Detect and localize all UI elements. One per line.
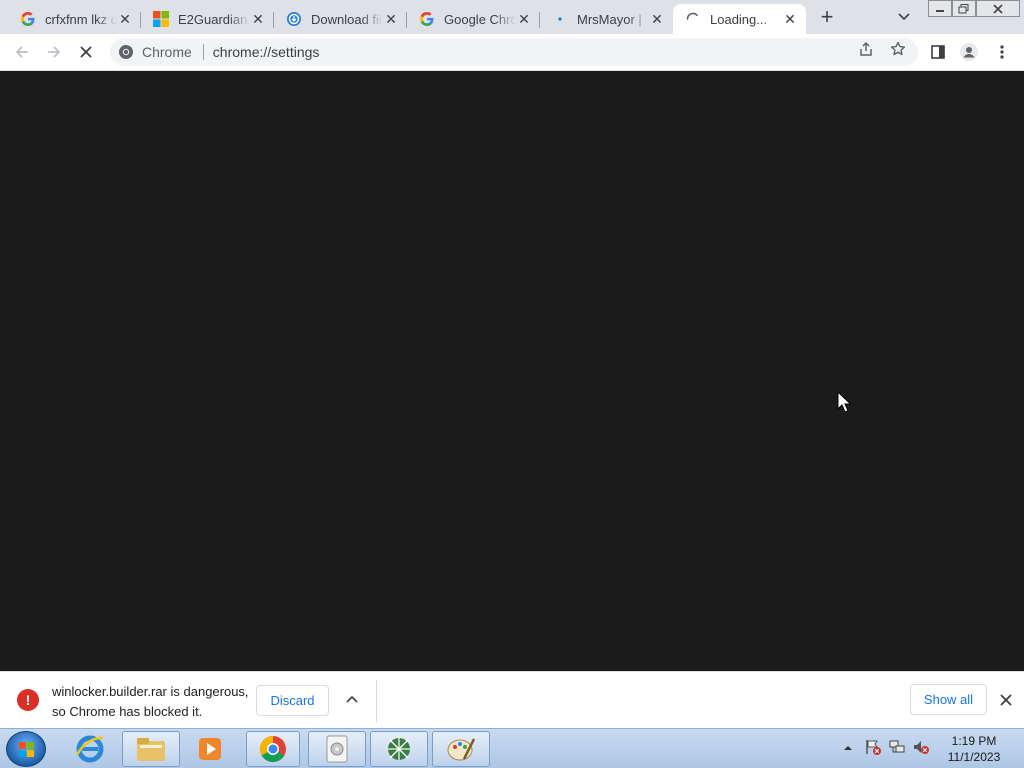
tab-mrsmayor[interactable]: MrsMayor | ✕ — [540, 4, 673, 34]
action-center-flag-icon[interactable] — [864, 738, 888, 761]
stop-x-icon — [80, 46, 92, 58]
menu-button[interactable] — [990, 40, 1014, 64]
download-site-icon — [286, 11, 302, 27]
tab-e2guardian[interactable]: E2Guardian - ✕ — [141, 4, 274, 34]
forward-button[interactable] — [42, 40, 66, 64]
google-g-icon — [419, 11, 435, 27]
close-icon[interactable]: ✕ — [250, 11, 266, 27]
page-content — [0, 71, 1024, 671]
clock-date: 11/1/2023 — [947, 750, 1001, 764]
internet-explorer-icon — [75, 735, 104, 763]
new-tab-button[interactable]: + — [814, 6, 840, 30]
show-all-button[interactable]: Show all — [910, 684, 987, 715]
tab-title: E2Guardian - — [178, 11, 250, 27]
tab-title: Loading... — [710, 11, 768, 27]
avatar-icon — [960, 43, 978, 61]
screen: crfxfnm lkz d ✕ E2Guardian - ✕ Download … — [0, 0, 1024, 768]
show-hidden-icons-chevron-icon[interactable] — [842, 740, 858, 758]
discard-button[interactable]: Discard — [256, 685, 329, 716]
url-text[interactable]: chrome://settings — [213, 44, 320, 60]
danger-warning-icon: ! — [17, 689, 39, 711]
taskbar: 1:19 PM 11/1/2023 — [0, 728, 1024, 768]
close-icon[interactable]: ✕ — [117, 11, 133, 27]
omnibox-divider — [202, 44, 204, 60]
system-clock[interactable]: 1:19 PM 11/1/2023 — [942, 733, 1006, 765]
microsoft-logo-icon — [153, 11, 169, 27]
download-shelf: ! winlocker.builder.rar is dangerous, so… — [0, 671, 1024, 728]
tab-search-chevron-icon[interactable] — [894, 8, 914, 26]
browser-toolbar: Chrome chrome://settings — [0, 34, 1024, 71]
mouse-cursor-icon — [837, 390, 852, 418]
network-icon[interactable] — [888, 738, 912, 761]
taskbar-media-player[interactable] — [184, 731, 236, 767]
chrome-logo-icon — [259, 735, 286, 763]
close-window-button[interactable] — [976, 0, 1020, 17]
tab-loading-active[interactable]: Loading... ✕ — [673, 4, 806, 34]
close-icon[interactable]: ✕ — [383, 11, 399, 27]
globe-network-icon — [388, 738, 410, 760]
close-icon[interactable]: ✕ — [782, 11, 798, 27]
taskbar-network-app[interactable] — [370, 731, 428, 767]
clock-time: 1:19 PM — [951, 734, 997, 748]
site-chip-label: Chrome — [142, 44, 192, 60]
shelf-divider — [376, 680, 377, 722]
chrome-logo-icon — [119, 45, 133, 59]
taskbar-file-explorer[interactable] — [122, 731, 180, 767]
download-warning-line1: winlocker.builder.rar is dangerous, — [52, 684, 249, 699]
download-warning-line2: so Chrome has blocked it. — [52, 704, 203, 719]
spinner-icon — [685, 11, 701, 27]
arrow-right-icon — [48, 46, 61, 58]
start-button[interactable] — [6, 731, 46, 767]
tab-download-file[interactable]: Download fil ✕ — [274, 4, 407, 34]
tab-crfxfnm[interactable]: crfxfnm lkz d ✕ — [8, 4, 141, 34]
loading-dot-icon — [552, 11, 568, 27]
stop-loading-button[interactable] — [74, 40, 98, 64]
profile-button[interactable] — [957, 40, 981, 64]
minimize-button[interactable] — [928, 0, 952, 17]
download-warning-text: winlocker.builder.rar is dangerous, so C… — [52, 682, 249, 722]
taskbar-internet-explorer[interactable] — [64, 731, 116, 767]
folder-icon — [137, 738, 165, 761]
google-g-icon — [20, 11, 36, 27]
tab-title: Download fil — [311, 11, 382, 27]
kebab-menu-icon — [1000, 45, 1004, 59]
close-icon[interactable]: ✕ — [649, 11, 665, 27]
volume-muted-icon[interactable] — [912, 738, 934, 761]
back-button[interactable] — [10, 40, 34, 64]
address-bar[interactable]: Chrome chrome://settings — [110, 38, 918, 66]
system-tray — [842, 731, 934, 767]
side-panel-button[interactable] — [926, 40, 950, 64]
share-icon[interactable] — [857, 40, 875, 58]
close-icon[interactable]: ✕ — [516, 11, 532, 27]
taskbar-setup-app[interactable] — [308, 731, 366, 767]
taskbar-chrome[interactable] — [246, 731, 300, 767]
windows-logo-icon — [19, 742, 34, 757]
tab-strip: crfxfnm lkz d ✕ E2Guardian - ✕ Download … — [0, 0, 1024, 34]
paint-palette-icon — [447, 738, 476, 761]
side-panel-icon — [931, 45, 945, 59]
tab-title: Google Chro — [444, 11, 516, 27]
installer-disc-icon — [326, 735, 348, 763]
taskbar-paint[interactable] — [432, 731, 490, 767]
chevron-up-icon[interactable] — [343, 691, 361, 709]
site-chip[interactable]: Chrome — [110, 44, 192, 60]
restore-button[interactable] — [952, 0, 976, 17]
close-icon[interactable] — [997, 691, 1015, 709]
media-player-icon — [199, 738, 221, 760]
tab-title: crfxfnm lkz d — [45, 11, 117, 27]
bookmark-star-icon[interactable] — [889, 40, 907, 58]
tab-google-chrome[interactable]: Google Chro ✕ — [407, 4, 540, 34]
tab-title: MrsMayor | — [577, 11, 642, 27]
arrow-left-icon — [15, 46, 28, 58]
